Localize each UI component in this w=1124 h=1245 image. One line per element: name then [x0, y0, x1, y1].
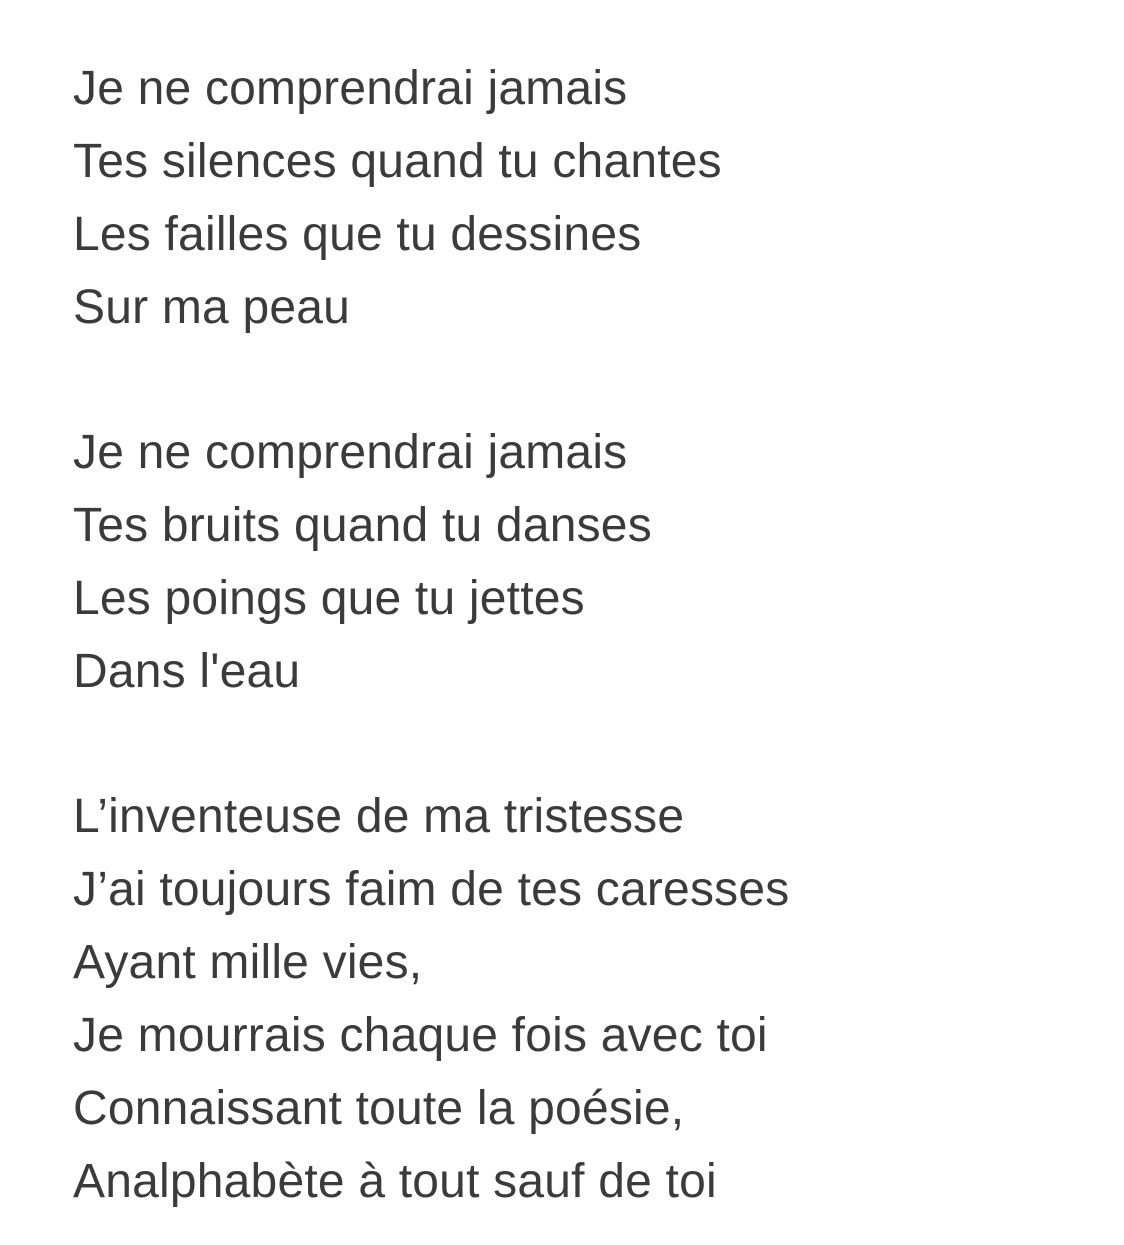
poem-line: Je ne comprendrai jamais: [73, 62, 628, 115]
poem-line: Dans l'eau: [73, 645, 301, 698]
poem-line: Les poings que tu jettes: [73, 572, 585, 625]
stanza-1: Je ne comprendrai jamais Tes silences qu…: [73, 52, 1073, 344]
poem-line: Sur ma peau: [73, 281, 351, 334]
poem-line: Ayant mille vies,: [73, 936, 423, 989]
poem-line: Je ne comprendrai jamais: [73, 426, 628, 479]
poem-text: Je ne comprendrai jamais Tes silences qu…: [73, 52, 1073, 1218]
poem-line: Tes silences quand tu chantes: [73, 135, 722, 188]
poem-line: J’ai toujours faim de tes caresses: [73, 863, 790, 916]
poem-line: Tes bruits quand tu danses: [73, 499, 652, 552]
stanza-3: L’inventeuse de ma tristesse J’ai toujou…: [73, 780, 1073, 1218]
poem-line: L’inventeuse de ma tristesse: [73, 790, 685, 843]
poem-line: Les failles que tu dessines: [73, 208, 642, 261]
stanza-2: Je ne comprendrai jamais Tes bruits quan…: [73, 416, 1073, 708]
poem-line: Analphabète à tout sauf de toi: [73, 1155, 717, 1208]
poem-line: Je mourrais chaque fois avec toi: [73, 1009, 768, 1062]
poem-line: Connaissant toute la poésie,: [73, 1082, 685, 1135]
